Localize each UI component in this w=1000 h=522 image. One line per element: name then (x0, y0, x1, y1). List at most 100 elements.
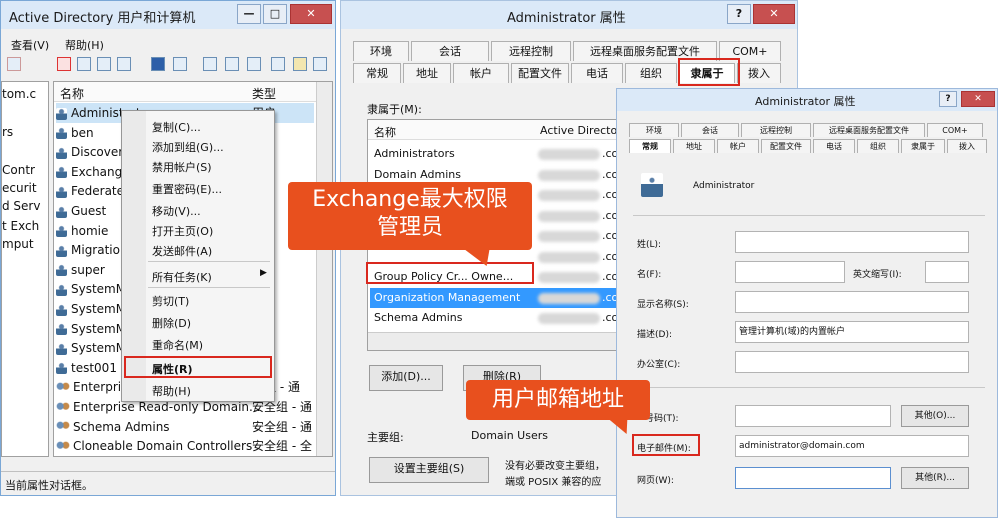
maximize-button[interactable]: □ (263, 4, 287, 24)
row-name: SystemM (71, 282, 127, 297)
tab-0[interactable]: 常规 (353, 63, 401, 83)
horizontal-scrollbar[interactable] (368, 332, 618, 350)
tree-item[interactable]: t Exch (2, 216, 39, 236)
group-name: Organization Management (374, 290, 521, 304)
table-row[interactable]: Cloneable Domain Controllers 安全组 - 全 (56, 436, 314, 456)
tab-3[interactable]: 配置文件 (511, 63, 569, 83)
display-name-field[interactable] (735, 291, 969, 313)
tree-item[interactable]: Contr (2, 160, 35, 180)
ctx-move[interactable]: 移动(V)... (152, 203, 201, 219)
phone-other-button[interactable]: 其他(O)... (901, 405, 969, 427)
email-label-highlight (632, 434, 700, 456)
ctx-copy[interactable]: 复制(C)... (152, 119, 201, 135)
close-button[interactable]: ✕ (753, 4, 795, 24)
tab-0[interactable]: 环境 (629, 123, 679, 137)
toolbar-help-icon[interactable] (151, 57, 165, 71)
ctx-help[interactable]: 帮助(H) (152, 383, 191, 399)
list-item[interactable]: Administrators .co (370, 144, 618, 164)
group-name: Schema Admins (374, 311, 463, 324)
tree-item[interactable]: mput (2, 234, 34, 254)
ctx-reset-password[interactable]: 重置密码(E)... (152, 181, 222, 197)
menu-view[interactable]: 查看(V) (11, 37, 49, 53)
add-group-button[interactable]: 添加(D)... (369, 365, 443, 391)
row-name: SystemM (71, 321, 127, 336)
toolbar-export-icon[interactable] (117, 57, 131, 71)
vertical-scrollbar[interactable] (316, 82, 332, 456)
tab-7[interactable]: 拨入 (947, 139, 987, 153)
tab-1[interactable]: 会话 (411, 41, 489, 61)
tab-2[interactable]: 帐户 (453, 63, 509, 83)
toolbar-properties-icon[interactable] (77, 57, 91, 71)
column-type[interactable]: 类型 (252, 85, 276, 102)
phone-field[interactable] (735, 405, 891, 427)
email-field[interactable]: administrator@domain.com (735, 435, 969, 457)
toolbar-back-icon[interactable] (7, 57, 21, 71)
toolbar-filter-icon[interactable] (271, 57, 285, 71)
row-type: 安全组 - 全 (252, 439, 312, 454)
help-button[interactable]: ? (939, 91, 957, 107)
ctx-separator (148, 261, 270, 262)
close-button[interactable]: ✕ (290, 4, 332, 24)
tab-3[interactable]: 远程桌面服务配置文件 (813, 123, 925, 137)
ctx-delete[interactable]: 删除(D) (152, 315, 191, 331)
last-name-field[interactable] (735, 231, 969, 253)
menu-help[interactable]: 帮助(H) (65, 37, 104, 53)
tab-4[interactable]: 电话 (571, 63, 623, 83)
front-dialog-titlebar: Administrator 属性 ? ✕ (617, 89, 997, 111)
toolbar-add-group-icon[interactable] (225, 57, 239, 71)
ctx-all-tasks[interactable]: 所有任务(K) (152, 269, 212, 285)
tab-2[interactable]: 远程控制 (491, 41, 571, 61)
tab-4[interactable]: COM+ (927, 123, 983, 137)
column-ad-folder[interactable]: Active Directo (540, 124, 617, 137)
web-other-button[interactable]: 其他(R)... (901, 467, 969, 489)
list-item[interactable]: Organization Management .co (370, 287, 618, 308)
set-primary-group-button[interactable]: 设置主要组(S) (369, 457, 489, 483)
tab-5[interactable]: 组织 (625, 63, 677, 83)
tab-3[interactable]: 配置文件 (761, 139, 811, 153)
row-name: ben (71, 125, 94, 140)
list-item[interactable]: Schema Admins .co (370, 308, 618, 328)
tab-2[interactable]: 帐户 (717, 139, 759, 153)
close-button[interactable]: ✕ (961, 91, 995, 107)
tab-0[interactable]: 常规 (629, 139, 671, 153)
toolbar-refresh-icon[interactable] (97, 57, 111, 71)
ctx-open-home[interactable]: 打开主页(O) (152, 223, 213, 239)
web-field[interactable] (735, 467, 891, 489)
toolbar-ou-icon[interactable] (247, 57, 261, 71)
first-name-field[interactable] (735, 261, 845, 283)
row-name: SystemM (71, 302, 127, 316)
tab-4[interactable]: 电话 (813, 139, 855, 153)
toolbar-view-icon[interactable] (173, 57, 187, 71)
tab-6[interactable]: 隶属于 (901, 139, 945, 153)
ctx-cut[interactable]: 剪切(T) (152, 293, 189, 309)
tab-5[interactable]: 组织 (857, 139, 899, 153)
tab-7[interactable]: 拨入 (737, 63, 781, 83)
tab-0[interactable]: 环境 (353, 41, 409, 61)
ctx-send-mail[interactable]: 发送邮件(A) (152, 243, 212, 259)
table-row[interactable]: Schema Admins 安全组 - 通 (56, 417, 314, 437)
ctx-disable-account[interactable]: 禁用帐户(S) (152, 159, 212, 175)
column-name[interactable]: 名称 (374, 124, 396, 140)
column-name[interactable]: 名称 (60, 85, 84, 102)
toolbar-find-icon[interactable] (293, 57, 307, 71)
help-button[interactable]: ? (727, 4, 751, 24)
ctx-add-to-group[interactable]: 添加到组(G)... (152, 139, 224, 155)
toolbar-add-user-icon[interactable] (203, 57, 217, 71)
tab-1[interactable]: 会话 (681, 123, 739, 137)
tree-item[interactable]: d Serv (2, 196, 40, 216)
minimize-button[interactable]: — (237, 4, 261, 24)
tab-1[interactable]: 地址 (673, 139, 715, 153)
tab-1[interactable]: 地址 (403, 63, 451, 83)
group-icon (56, 401, 70, 414)
initials-field[interactable] (925, 261, 969, 283)
tree-item[interactable]: tom.c (2, 84, 36, 104)
toolbar-add-to-group-icon[interactable] (313, 57, 327, 71)
tree-item[interactable]: ecurit (2, 178, 37, 198)
back-dialog-title: Administrator 属性 (507, 11, 626, 26)
description-field[interactable]: 管理计算机(域)的内置帐户 (735, 321, 969, 343)
toolbar-delete-icon[interactable] (57, 57, 71, 71)
tab-2[interactable]: 远程控制 (741, 123, 811, 137)
office-field[interactable] (735, 351, 969, 373)
tree-item[interactable]: rs (2, 122, 13, 142)
ctx-rename[interactable]: 重命名(M) (152, 337, 203, 353)
